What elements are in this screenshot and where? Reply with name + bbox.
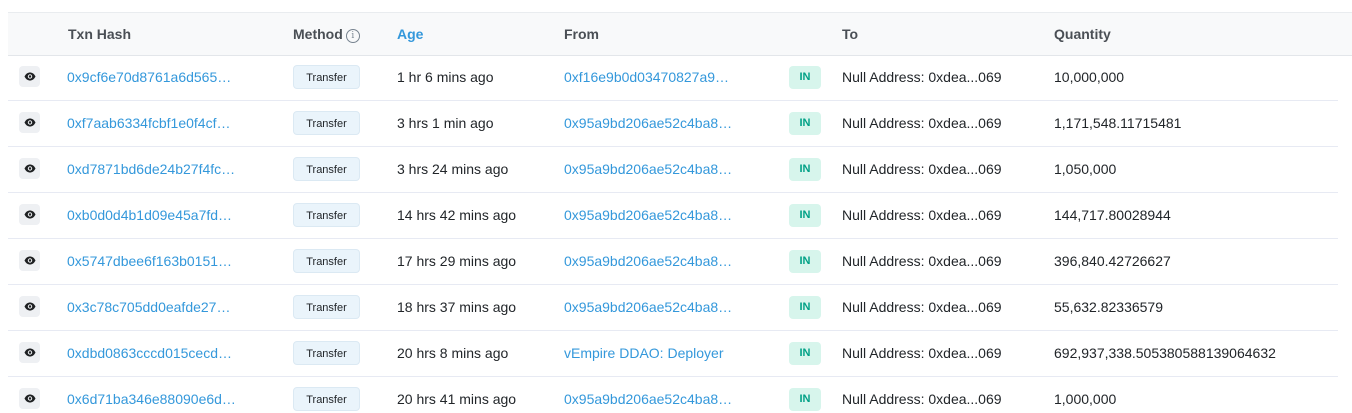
table-row: 0x3c78c705dd0eafde27… Transfer 18 hrs 37… [8,285,1338,331]
method-badge: Transfer [293,203,360,227]
view-details-button[interactable] [19,66,40,87]
quantity-value: 1,171,548.11715481 [1054,115,1182,131]
age-value: 20 hrs 41 mins ago [397,391,517,407]
eye-icon [24,118,35,127]
column-header-from: From [564,26,599,42]
to-address: Null Address: 0xdea...069 [842,115,1002,131]
eye-icon [24,302,35,311]
age-value: 1 hr 6 mins ago [397,69,494,85]
direction-badge: IN [789,296,821,319]
column-header-to: To [842,26,859,42]
table-row: 0xb0d0d4b1d09e45a7fd… Transfer 14 hrs 42… [8,193,1338,239]
direction-badge: IN [789,388,821,411]
to-address: Null Address: 0xdea...069 [842,345,1002,361]
quantity-value: 144,717.80028944 [1054,207,1171,223]
txn-hash-link[interactable]: 0x6d71ba346e88090e6d… [67,377,236,413]
txn-hash-link[interactable]: 0xb0d0d4b1d09e45a7fd… [67,193,232,238]
age-value: 14 hrs 42 mins ago [397,207,517,223]
quantity-value: 1,050,000 [1054,161,1117,177]
direction-badge: IN [789,158,821,181]
view-details-button[interactable] [19,388,40,409]
table-row: 0xd7871bd6de24b27f4fc… Transfer 3 hrs 24… [8,147,1338,193]
txn-hash-link[interactable]: 0x5747dbee6f163b0151… [67,239,232,284]
age-value: 20 hrs 8 mins ago [397,345,509,361]
quantity-value: 396,840.42726627 [1054,253,1171,269]
txn-hash-link[interactable]: 0xf7aab6334fcbf1e0f4cf… [67,101,230,146]
direction-badge: IN [789,66,821,89]
to-address: Null Address: 0xdea...069 [842,161,1002,177]
column-header-method: Method i [293,13,360,55]
view-details-button[interactable] [19,204,40,225]
to-address: Null Address: 0xdea...069 [842,69,1002,85]
to-address: Null Address: 0xdea...069 [842,391,1002,407]
table-body: 0x9cf6e70d8761a6d565… Transfer 1 hr 6 mi… [0,55,1352,413]
eye-icon [24,348,35,357]
direction-badge: IN [789,112,821,135]
direction-badge: IN [789,204,821,227]
quantity-value: 10,000,000 [1054,69,1125,85]
from-address-link[interactable]: vEmpire DDAO: Deployer [564,331,724,376]
eye-icon [24,256,35,265]
view-details-button[interactable] [19,112,40,133]
method-badge: Transfer [293,387,360,411]
from-address-link[interactable]: 0x95a9bd206ae52c4ba8… [564,285,732,330]
table-header: Txn Hash Method i Age From To Quantity [8,12,1352,56]
from-address-link[interactable]: 0x95a9bd206ae52c4ba8… [564,239,732,284]
method-badge: Transfer [293,157,360,181]
quantity-value: 55,632.82336579 [1054,299,1163,315]
method-badge: Transfer [293,249,360,273]
token-transfers-table: Txn Hash Method i Age From To Quantity 0x… [0,0,1352,413]
txn-hash-link[interactable]: 0xd7871bd6de24b27f4fc… [67,147,235,192]
direction-badge: IN [789,342,821,365]
method-badge: Transfer [293,65,360,89]
to-address: Null Address: 0xdea...069 [842,253,1002,269]
from-address-link[interactable]: 0x95a9bd206ae52c4ba8… [564,147,732,192]
method-header-label: Method [293,26,343,42]
table-row: 0x9cf6e70d8761a6d565… Transfer 1 hr 6 mi… [8,55,1338,101]
column-header-age[interactable]: Age [397,13,423,55]
eye-icon [24,72,35,81]
age-value: 17 hrs 29 mins ago [397,253,517,269]
to-address: Null Address: 0xdea...069 [842,207,1002,223]
to-address: Null Address: 0xdea...069 [842,299,1002,315]
method-badge: Transfer [293,111,360,135]
from-address-link[interactable]: 0x95a9bd206ae52c4ba8… [564,193,732,238]
table-row: 0x5747dbee6f163b0151… Transfer 17 hrs 29… [8,239,1338,285]
eye-icon [24,210,35,219]
column-header-txn-hash: Txn Hash [68,26,132,42]
table-row: 0xf7aab6334fcbf1e0f4cf… Transfer 3 hrs 1… [8,101,1338,147]
from-address-link[interactable]: 0xf16e9b0d03470827a9… [564,55,729,100]
view-details-button[interactable] [19,296,40,317]
quantity-value: 1,000,000 [1054,391,1117,407]
column-header-quantity: Quantity [1054,26,1111,42]
table-row: 0xdbd0863cccd015cecd… Transfer 20 hrs 8 … [8,331,1338,377]
txn-hash-link[interactable]: 0x9cf6e70d8761a6d565… [67,55,231,100]
view-details-button[interactable] [19,158,40,179]
table-row: 0x6d71ba346e88090e6d… Transfer 20 hrs 41… [8,377,1338,413]
from-address-link[interactable]: 0x95a9bd206ae52c4ba8… [564,101,732,146]
info-icon[interactable]: i [345,29,360,43]
eye-icon [24,164,35,173]
view-details-button[interactable] [19,342,40,363]
txn-hash-link[interactable]: 0x3c78c705dd0eafde27… [67,285,230,330]
method-badge: Transfer [293,341,360,365]
age-value: 3 hrs 1 min ago [397,115,494,131]
from-address-link[interactable]: 0x95a9bd206ae52c4ba8… [564,377,732,413]
eye-icon [24,394,35,403]
method-badge: Transfer [293,295,360,319]
quantity-value: 692,937,338.505380588139064632 [1054,345,1276,361]
txn-hash-link[interactable]: 0xdbd0863cccd015cecd… [67,331,232,376]
direction-badge: IN [789,250,821,273]
view-details-button[interactable] [19,250,40,271]
age-value: 3 hrs 24 mins ago [397,161,509,177]
age-value: 18 hrs 37 mins ago [397,299,517,315]
